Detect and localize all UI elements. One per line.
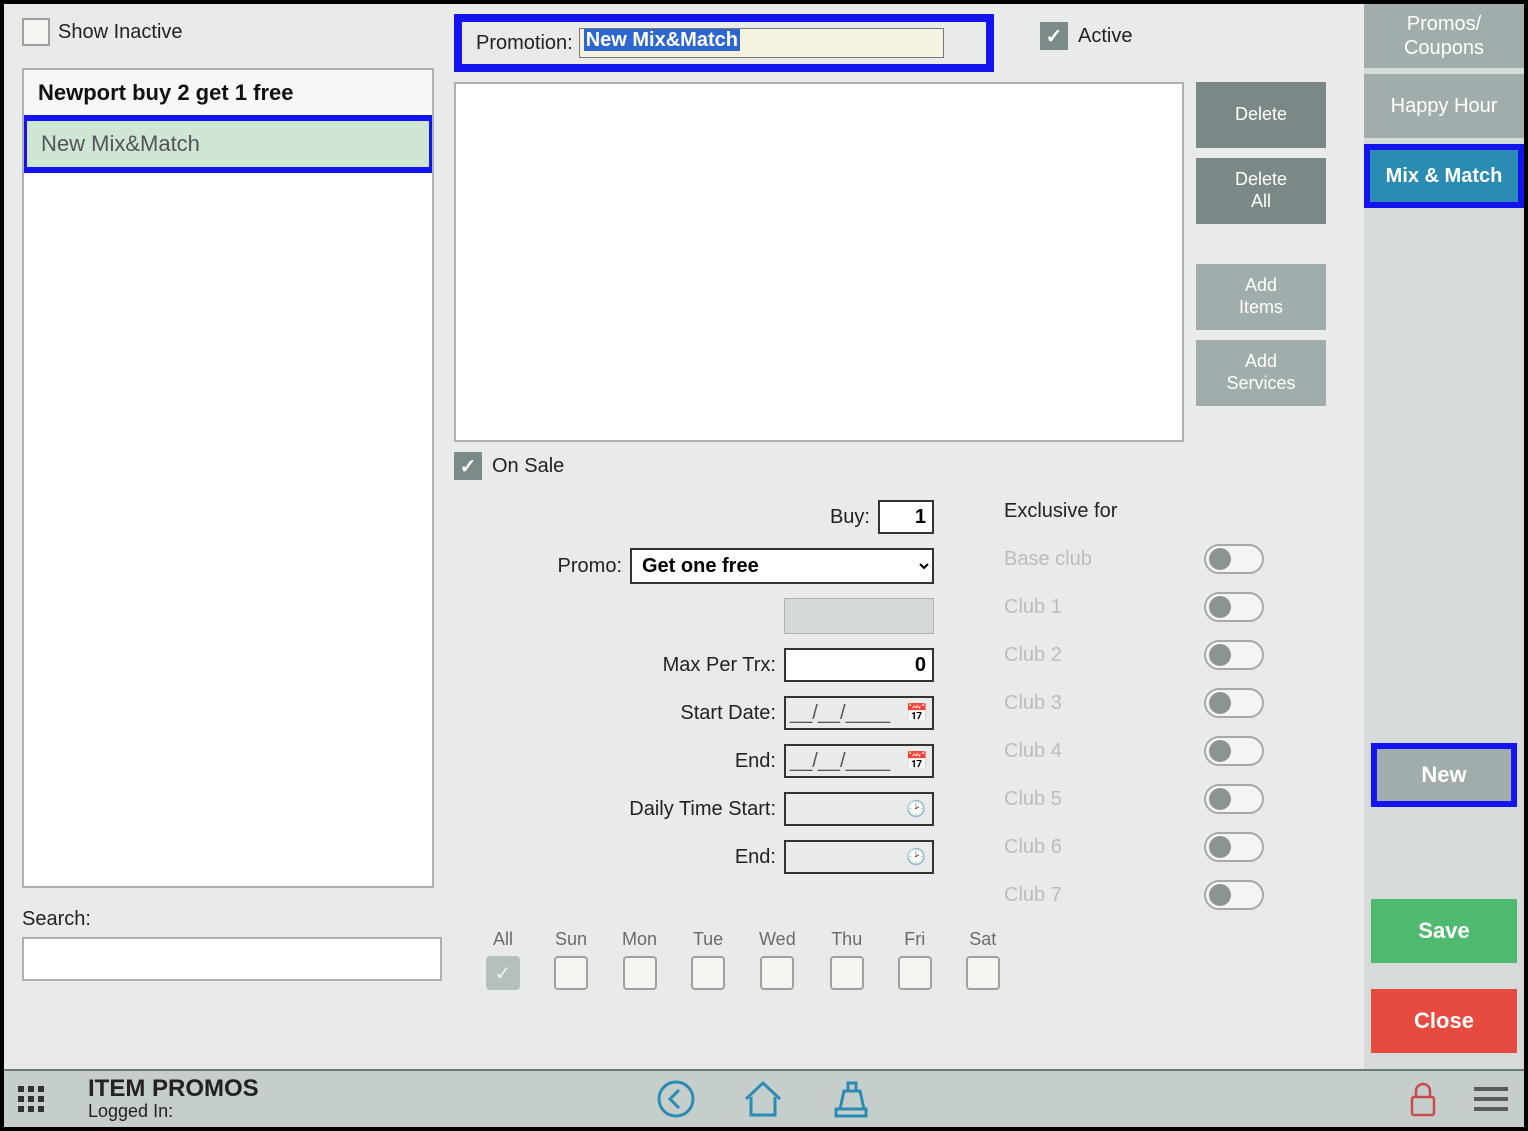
right-panel: Promos/ Coupons Happy Hour Mix & Match N… xyxy=(1364,4,1524,1069)
promo-select[interactable]: Get one free xyxy=(630,548,934,584)
day-mon-checkbox[interactable] xyxy=(623,956,657,990)
time-start-input[interactable]: 🕑 xyxy=(784,792,934,826)
day-label: Tue xyxy=(693,929,723,950)
day-sun-checkbox[interactable] xyxy=(554,956,588,990)
club-label: Club 7 xyxy=(1004,884,1062,907)
register-icon[interactable] xyxy=(830,1079,872,1119)
day-fri-checkbox[interactable] xyxy=(898,956,932,990)
clock-icon[interactable]: 🕑 xyxy=(906,847,926,867)
club-label: Club 6 xyxy=(1004,836,1062,859)
active-checkbox[interactable] xyxy=(1040,22,1068,50)
club-label: Base club xyxy=(1004,548,1092,571)
lock-icon[interactable] xyxy=(1408,1081,1438,1117)
menu-icon[interactable] xyxy=(1474,1087,1508,1111)
day-tue-checkbox[interactable] xyxy=(691,956,725,990)
max-label: Max Per Trx: xyxy=(663,654,776,677)
club-label: Club 4 xyxy=(1004,740,1062,763)
club-label: Club 2 xyxy=(1004,644,1062,667)
time-end-input[interactable]: 🕑 xyxy=(784,840,934,874)
club-toggle[interactable] xyxy=(1204,592,1264,622)
day-sat-checkbox[interactable] xyxy=(966,956,1000,990)
items-listbox[interactable] xyxy=(454,82,1184,442)
on-sale-checkbox[interactable] xyxy=(454,452,482,480)
day-label: Wed xyxy=(759,929,796,950)
close-button[interactable]: Close xyxy=(1371,989,1517,1053)
club-toggle[interactable] xyxy=(1204,640,1264,670)
end-date-input[interactable]: __/__/____📅 xyxy=(784,744,934,778)
club-label: Club 5 xyxy=(1004,788,1062,811)
page-title: ITEM PROMOS xyxy=(88,1077,259,1101)
show-inactive-label: Show Inactive xyxy=(58,21,183,44)
day-all-checkbox[interactable] xyxy=(486,956,520,990)
day-label: Thu xyxy=(831,929,862,950)
promotion-name-input[interactable]: New Mix&Match xyxy=(579,28,944,58)
show-inactive-checkbox[interactable] xyxy=(22,18,50,46)
delete-button[interactable]: Delete xyxy=(1196,82,1326,148)
search-input[interactable] xyxy=(22,937,442,981)
home-icon[interactable] xyxy=(742,1079,784,1119)
calendar-icon[interactable]: 📅 xyxy=(906,703,928,724)
buy-label: Buy: xyxy=(830,506,870,529)
active-label: Active xyxy=(1078,25,1132,48)
list-item[interactable]: Newport buy 2 get 1 free xyxy=(24,70,432,117)
on-sale-label: On Sale xyxy=(492,455,564,478)
club-toggle[interactable] xyxy=(1204,784,1264,814)
footer-bar: ITEM PROMOS Logged In: xyxy=(4,1069,1524,1127)
promotion-name-row: Promotion: New Mix&Match xyxy=(454,14,994,72)
club-label: Club 3 xyxy=(1004,692,1062,715)
day-label: Sat xyxy=(969,929,996,950)
search-label: Search: xyxy=(22,908,434,931)
add-services-button[interactable]: Add Services xyxy=(1196,340,1326,406)
days-row: All Sun Mon Tue Wed Thu Fri Sat xyxy=(454,929,1358,990)
save-button[interactable]: Save xyxy=(1371,899,1517,963)
club-toggle[interactable] xyxy=(1204,544,1264,574)
center-panel: Promotion: New Mix&Match Active Delete D… xyxy=(444,4,1364,1069)
exclusive-title: Exclusive for xyxy=(1004,500,1264,523)
day-thu-checkbox[interactable] xyxy=(830,956,864,990)
add-items-button[interactable]: Add Items xyxy=(1196,264,1326,330)
promo-label: Promo: xyxy=(558,555,622,578)
new-button[interactable]: New xyxy=(1371,743,1517,807)
time-end-label: End: xyxy=(735,846,776,869)
disabled-field xyxy=(784,598,934,634)
delete-all-button[interactable]: Delete All xyxy=(1196,158,1326,224)
logged-in-label: Logged In: xyxy=(88,1101,259,1122)
end-date-label: End: xyxy=(735,750,776,773)
list-item[interactable]: New Mix&Match xyxy=(22,115,434,173)
start-date-label: Start Date: xyxy=(680,702,776,725)
promotion-list: Newport buy 2 get 1 free New Mix&Match xyxy=(22,68,434,888)
club-toggle[interactable] xyxy=(1204,736,1264,766)
left-panel: Show Inactive Newport buy 2 get 1 free N… xyxy=(4,4,444,1069)
club-toggle[interactable] xyxy=(1204,880,1264,910)
tab-promos-coupons[interactable]: Promos/ Coupons xyxy=(1364,4,1524,68)
promotion-label: Promotion: xyxy=(476,32,573,55)
day-wed-checkbox[interactable] xyxy=(760,956,794,990)
max-per-trx-input[interactable] xyxy=(784,648,934,682)
buy-input[interactable] xyxy=(878,500,934,534)
club-toggle[interactable] xyxy=(1204,688,1264,718)
day-label: Mon xyxy=(622,929,657,950)
tab-happy-hour[interactable]: Happy Hour xyxy=(1364,74,1524,138)
apps-icon[interactable] xyxy=(18,1086,48,1112)
day-label: Fri xyxy=(904,929,925,950)
calendar-icon[interactable]: 📅 xyxy=(906,751,928,772)
time-start-label: Daily Time Start: xyxy=(629,798,776,821)
club-label: Club 1 xyxy=(1004,596,1062,619)
day-label: Sun xyxy=(555,929,587,950)
tab-mix-match[interactable]: Mix & Match xyxy=(1364,144,1524,208)
day-label: All xyxy=(493,929,513,950)
clock-icon[interactable]: 🕑 xyxy=(906,799,926,819)
back-icon[interactable] xyxy=(656,1079,696,1119)
club-toggle[interactable] xyxy=(1204,832,1264,862)
start-date-input[interactable]: __/__/____📅 xyxy=(784,696,934,730)
